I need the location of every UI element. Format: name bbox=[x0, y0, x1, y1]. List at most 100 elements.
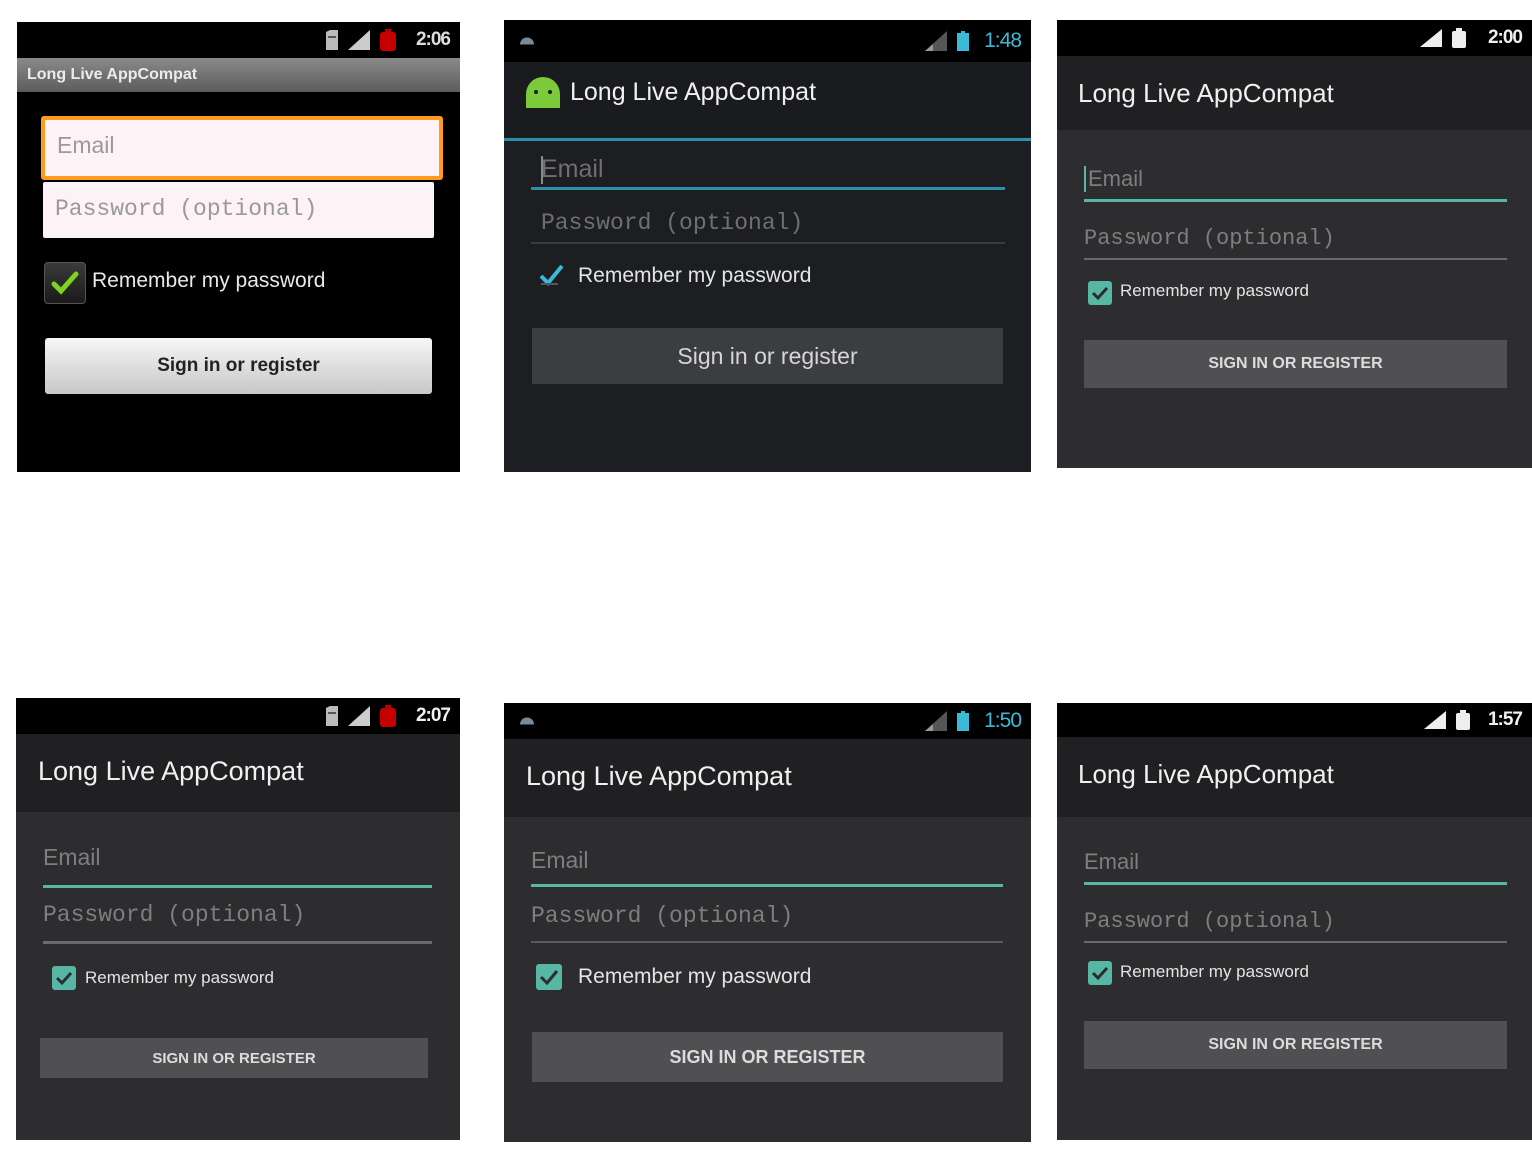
email-placeholder: Email bbox=[57, 132, 115, 158]
email-placeholder: Email bbox=[1088, 166, 1144, 191]
password-placeholder: Password (optional) bbox=[1084, 909, 1335, 934]
field-underline bbox=[1084, 199, 1507, 202]
remember-label: Remember my password bbox=[85, 968, 274, 987]
sign-in-button[interactable]: Sign in or register bbox=[532, 328, 1003, 384]
screenshot-material-on-lollipop: 1:57 Long Live AppCompat Email Password … bbox=[1057, 703, 1532, 1140]
remember-label: Remember my password bbox=[1120, 281, 1309, 300]
battery-icon bbox=[1452, 28, 1466, 48]
password-field[interactable]: Password (optional) bbox=[43, 896, 432, 944]
remember-label: Remember my password bbox=[578, 965, 812, 988]
remember-checkbox[interactable] bbox=[1088, 961, 1112, 985]
check-icon bbox=[1091, 286, 1109, 301]
signal-icon bbox=[1420, 29, 1442, 47]
remember-checkbox[interactable] bbox=[536, 964, 562, 990]
status-bar: 1:50 bbox=[504, 703, 1031, 739]
screenshot-holo: 1:48 Long Live AppCompat Email Password … bbox=[504, 20, 1031, 472]
password-placeholder: Password (optional) bbox=[531, 903, 794, 929]
check-icon bbox=[539, 970, 559, 986]
field-underline bbox=[43, 885, 432, 888]
status-time: 1:48 bbox=[984, 29, 1022, 52]
password-placeholder: Password (optional) bbox=[541, 210, 804, 236]
email-field[interactable]: Email bbox=[41, 116, 443, 180]
battery-icon bbox=[1456, 710, 1470, 730]
remember-checkbox[interactable] bbox=[538, 262, 564, 288]
remember-checkbox[interactable] bbox=[1088, 281, 1112, 305]
toolbar: Long Live AppCompat bbox=[16, 734, 460, 812]
check-icon bbox=[51, 271, 79, 295]
sd-card-icon bbox=[326, 30, 338, 50]
screenshot-gingerbread: 2:06 Long Live AppCompat Email Password … bbox=[17, 22, 460, 472]
field-underline bbox=[531, 242, 1005, 244]
remember-label: Remember my password bbox=[92, 269, 326, 292]
field-underline bbox=[1084, 882, 1507, 885]
password-placeholder: Password (optional) bbox=[1084, 226, 1335, 251]
field-underline bbox=[531, 941, 1003, 943]
password-field[interactable]: Password (optional) bbox=[531, 206, 1005, 244]
remember-label: Remember my password bbox=[1120, 962, 1309, 981]
signal-icon bbox=[1424, 711, 1446, 729]
app-title: Long Live AppCompat bbox=[526, 761, 792, 791]
password-placeholder: Password (optional) bbox=[55, 196, 318, 222]
email-placeholder: Email bbox=[43, 844, 101, 870]
toolbar: Long Live AppCompat bbox=[1057, 737, 1532, 817]
status-time: 2:07 bbox=[415, 705, 451, 726]
battery-icon bbox=[957, 31, 969, 51]
app-title: Long Live AppCompat bbox=[570, 78, 817, 106]
status-time: 1:50 bbox=[984, 709, 1022, 732]
sd-card-icon bbox=[326, 706, 338, 726]
email-field[interactable]: Email bbox=[43, 838, 432, 888]
password-field[interactable]: Password (optional) bbox=[531, 899, 1003, 943]
email-field[interactable]: Email bbox=[1084, 160, 1507, 202]
check-icon bbox=[1091, 966, 1109, 981]
battery-icon bbox=[380, 705, 396, 727]
sign-in-button[interactable]: SIGN IN OR REGISTER bbox=[1084, 340, 1507, 388]
check-icon bbox=[539, 264, 564, 286]
password-placeholder: Password (optional) bbox=[43, 902, 306, 928]
status-time: 2:00 bbox=[1487, 27, 1523, 48]
remember-checkbox[interactable] bbox=[52, 966, 76, 990]
password-field[interactable]: Password (optional) bbox=[1084, 220, 1507, 260]
text-cursor bbox=[1084, 166, 1086, 192]
battery-icon bbox=[380, 29, 396, 51]
android-logo-icon bbox=[526, 77, 560, 108]
notification-icon bbox=[520, 717, 534, 725]
status-bar: 2:00 bbox=[1057, 20, 1532, 56]
app-title: Long Live AppCompat bbox=[1078, 759, 1334, 789]
action-bar: Long Live AppCompat bbox=[504, 62, 1031, 141]
field-underline bbox=[43, 941, 432, 944]
status-bar: 1:57 bbox=[1057, 703, 1532, 737]
status-time: 1:57 bbox=[1487, 709, 1523, 730]
field-underline bbox=[1084, 258, 1507, 260]
signal-icon bbox=[925, 31, 947, 51]
signal-icon bbox=[348, 706, 370, 726]
email-field[interactable]: Email bbox=[1084, 843, 1507, 885]
email-field[interactable]: Email bbox=[531, 150, 1005, 190]
status-bar: 1:48 bbox=[504, 20, 1031, 62]
toolbar: Long Live AppCompat bbox=[504, 739, 1031, 817]
screenshot-material: 2:00 Long Live AppCompat Email Password … bbox=[1057, 20, 1532, 468]
email-field[interactable]: Email bbox=[531, 843, 1003, 887]
field-underline bbox=[531, 187, 1005, 190]
sign-in-button[interactable]: SIGN IN OR REGISTER bbox=[40, 1038, 428, 1078]
field-underline bbox=[1084, 941, 1507, 943]
app-title: Long Live AppCompat bbox=[1078, 78, 1334, 108]
status-bar: 2:06 bbox=[17, 22, 460, 58]
title-bar: Long Live AppCompat bbox=[17, 58, 460, 92]
screenshot-material-on-gingerbread: 2:07 Long Live AppCompat Email Password … bbox=[16, 698, 460, 1140]
sign-in-button[interactable]: SIGN IN OR REGISTER bbox=[532, 1032, 1003, 1082]
toolbar: Long Live AppCompat bbox=[1057, 56, 1532, 130]
signal-icon bbox=[925, 711, 947, 731]
battery-icon bbox=[957, 711, 969, 731]
app-title: Long Live AppCompat bbox=[38, 756, 304, 786]
field-underline bbox=[531, 884, 1003, 887]
status-bar: 2:07 bbox=[16, 698, 460, 734]
email-placeholder: Email bbox=[531, 847, 589, 873]
check-icon bbox=[55, 971, 73, 986]
remember-label: Remember my password bbox=[578, 264, 812, 287]
remember-checkbox[interactable] bbox=[44, 262, 86, 304]
screenshot-material-on-holo: 1:50 Long Live AppCompat Email Password … bbox=[504, 703, 1031, 1142]
sign-in-button[interactable]: Sign in or register bbox=[45, 338, 432, 394]
password-field[interactable]: Password (optional) bbox=[1084, 903, 1507, 943]
password-field[interactable]: Password (optional) bbox=[43, 182, 434, 238]
sign-in-button[interactable]: SIGN IN OR REGISTER bbox=[1084, 1021, 1507, 1069]
